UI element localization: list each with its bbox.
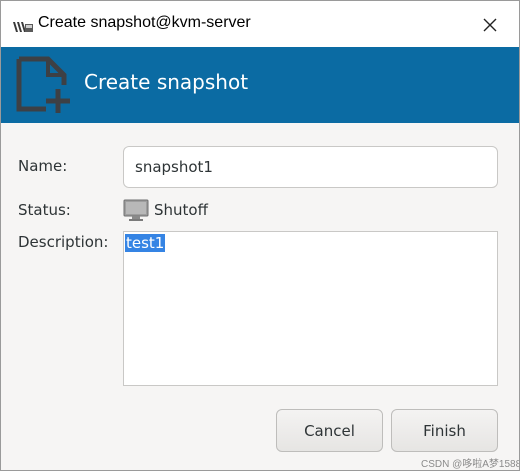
create-snapshot-dialog: Create snapshot@kvm-server Create snapsh… [0,0,520,471]
status-label: Status: [18,201,71,219]
description-label: Description: [18,233,109,251]
monitor-icon [123,198,149,226]
dialog-header: Create snapshot [1,47,519,123]
watermark: CSDN @哆啦A梦1588 [421,459,520,470]
dialog-title: Create snapshot [84,70,249,94]
title-bar: Create snapshot@kvm-server [1,1,519,47]
cancel-button[interactable]: Cancel [276,409,383,452]
name-input[interactable] [123,146,498,188]
name-label: Name: [18,157,68,175]
status-value: Shutoff [154,201,208,219]
virt-manager-icon [13,18,33,37]
finish-button[interactable]: Finish [391,409,498,452]
snapshot-add-icon [14,55,70,119]
window-title: Create snapshot@kvm-server [38,14,251,31]
description-textarea[interactable]: test1 [123,231,498,386]
close-icon[interactable] [479,14,501,36]
description-selected-text: test1 [125,234,166,252]
